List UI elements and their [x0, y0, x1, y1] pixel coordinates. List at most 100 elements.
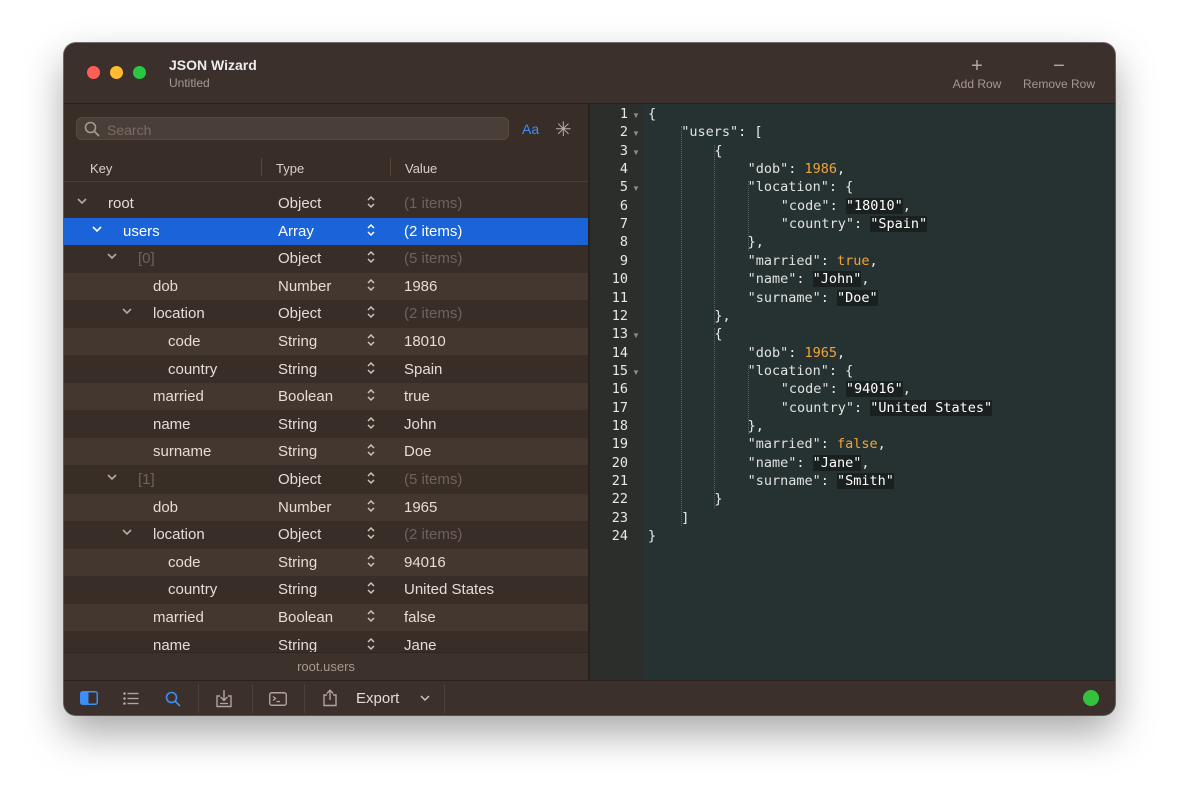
tree-row[interactable]: name String John [64, 411, 588, 438]
code-line[interactable]: "dob": 1986, [748, 161, 846, 177]
type-stepper-icon[interactable] [366, 332, 376, 348]
type-stepper-icon[interactable] [366, 636, 376, 652]
tree-row[interactable]: dob Number 1965 [64, 493, 588, 521]
type-stepper-icon[interactable] [366, 277, 376, 293]
disclosure-chevron-icon[interactable] [106, 249, 118, 263]
json-literal-token: 1965 [804, 344, 838, 361]
line-number: 8 [619, 234, 628, 251]
find-button[interactable] [160, 681, 188, 715]
minimize-window-button[interactable] [110, 66, 123, 79]
add-row-button[interactable]: + Add Row [944, 55, 1010, 91]
type-stepper-icon[interactable] [366, 387, 376, 403]
tree-row[interactable]: country String Spain [64, 356, 588, 383]
code-line[interactable]: }, [748, 418, 764, 434]
code-line[interactable]: "users": [ [681, 124, 762, 140]
code-line[interactable]: "married": false, [748, 436, 886, 452]
export-menu-button[interactable]: Export [316, 681, 440, 715]
title-bar: JSON Wizard Untitled + Add Row − Remove … [64, 43, 1115, 104]
code-line[interactable]: "country": "United States" [781, 399, 993, 416]
column-header-key[interactable]: Key [90, 161, 112, 176]
tree-row[interactable]: dob Number 1986 [64, 272, 588, 300]
fold-toggle-icon[interactable]: ▼ [632, 129, 640, 138]
type-stepper-icon[interactable] [366, 470, 376, 486]
code-line[interactable]: { [648, 106, 656, 122]
tree-row[interactable]: married Boolean true [64, 383, 588, 411]
code-line[interactable]: "code": "94016", [781, 381, 911, 398]
code-line[interactable]: "surname": "Doe" [748, 289, 878, 306]
match-case-toggle[interactable]: Aa [522, 121, 539, 137]
type-stepper-icon[interactable] [366, 304, 376, 320]
disclosure-chevron-icon[interactable] [106, 470, 118, 484]
row-value: 18010 [404, 333, 446, 350]
share-icon [323, 689, 337, 707]
type-stepper-icon[interactable] [366, 360, 376, 376]
toggle-sidebar-button[interactable] [76, 681, 104, 715]
code-editor[interactable]: 1 ▼ 2 ▼ 3 ▼ 4 5 ▼ 6 7 8 9 10 11 12 13 ▼ 14 15 ▼ 16 17 18 19 20 21 2… [590, 104, 1115, 680]
code-line[interactable]: ] [681, 510, 689, 526]
tree-row[interactable]: married Boolean false [64, 604, 588, 631]
json-punctuation-token: } [714, 491, 723, 508]
row-value: Doe [404, 443, 432, 461]
tree-row[interactable]: code String 94016 [64, 548, 588, 576]
disclosure-chevron-icon[interactable] [121, 304, 133, 318]
type-stepper-icon[interactable] [366, 249, 376, 265]
tree-row[interactable]: country String United States [64, 576, 588, 603]
type-stepper-icon[interactable] [366, 498, 376, 514]
code-line[interactable]: { [714, 326, 722, 342]
type-stepper-icon[interactable] [366, 525, 376, 541]
import-button[interactable] [210, 681, 240, 715]
tree-row[interactable]: name String Jane [64, 632, 588, 652]
fold-toggle-icon[interactable]: ▼ [632, 111, 640, 120]
json-key-token: "users" [681, 124, 739, 141]
fold-toggle-icon[interactable]: ▼ [632, 368, 640, 377]
column-divider[interactable] [261, 158, 262, 176]
column-header-value[interactable]: Value [405, 161, 437, 176]
tree-row[interactable]: [1] Object (5 items) [64, 466, 588, 493]
code-line[interactable]: "code": "18010", [781, 197, 911, 214]
code-line[interactable]: "married": true, [748, 253, 878, 269]
type-stepper-icon[interactable] [366, 580, 376, 596]
close-window-button[interactable] [87, 66, 100, 79]
row-value: (2 items) [404, 526, 463, 544]
type-stepper-icon[interactable] [366, 608, 376, 624]
column-header-type[interactable]: Type [276, 161, 304, 176]
tree-row[interactable]: location Object (2 items) [64, 521, 588, 548]
column-divider[interactable] [390, 158, 391, 176]
code-line[interactable]: "surname": "Smith" [748, 473, 894, 489]
code-line[interactable]: "name": "John", [748, 271, 870, 288]
fold-toggle-icon[interactable]: ▼ [632, 184, 640, 193]
regex-toggle[interactable]: ✳ [555, 117, 572, 142]
type-stepper-icon[interactable] [366, 415, 376, 431]
code-line[interactable]: "name": "Jane", [748, 454, 870, 471]
disclosure-chevron-icon[interactable] [91, 222, 103, 236]
code-line[interactable]: { [714, 143, 722, 159]
code-line[interactable]: "dob": 1965, [748, 345, 846, 361]
code-line[interactable]: }, [748, 234, 764, 250]
tree-row[interactable]: surname String Doe [64, 438, 588, 466]
type-stepper-icon[interactable] [366, 553, 376, 569]
disclosure-chevron-icon[interactable] [76, 194, 88, 208]
code-line[interactable]: "location": { [748, 363, 854, 379]
search-input[interactable]: Search [76, 117, 509, 140]
terminal-button[interactable] [264, 681, 294, 715]
type-stepper-icon[interactable] [366, 222, 376, 238]
code-line[interactable]: }, [714, 308, 730, 324]
fold-toggle-icon[interactable]: ▼ [632, 331, 640, 340]
tree-row[interactable]: code String 18010 [64, 328, 588, 355]
code-line[interactable]: "location": { [748, 179, 854, 195]
code-line[interactable]: "country": "Spain" [781, 216, 928, 233]
type-stepper-icon[interactable] [366, 194, 376, 210]
remove-row-button[interactable]: − Remove Row [1014, 55, 1104, 91]
row-value: (1 items) [404, 195, 463, 212]
tree-row[interactable]: root Object (1 items) [64, 190, 588, 217]
tree-row[interactable]: [0] Object (5 items) [64, 245, 588, 272]
tree-row[interactable]: users Array (2 items) [64, 217, 588, 245]
type-stepper-icon[interactable] [366, 442, 376, 458]
disclosure-chevron-icon[interactable] [121, 525, 133, 539]
fold-toggle-icon[interactable]: ▼ [632, 148, 640, 157]
list-view-button[interactable] [118, 681, 146, 715]
zoom-window-button[interactable] [133, 66, 146, 79]
code-line[interactable]: } [648, 528, 656, 544]
code-line[interactable]: } [714, 491, 722, 507]
tree-row[interactable]: location Object (2 items) [64, 300, 588, 327]
